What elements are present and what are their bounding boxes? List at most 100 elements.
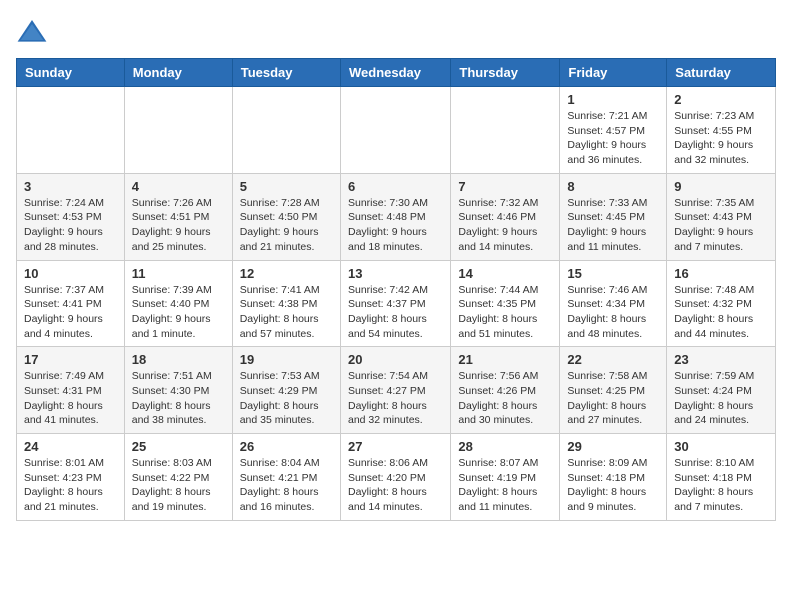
- calendar-cell: 1Sunrise: 7:21 AM Sunset: 4:57 PM Daylig…: [560, 87, 667, 174]
- calendar-week-row: 3 Sunrise: 7:24 AM Sunset: 4:53 PM Daylig…: [17, 173, 776, 260]
- calendar-cell: 18 Sunrise: 7:51 AM Sunset: 4:30 PM Dayli…: [124, 347, 232, 434]
- col-header-wednesday: Wednesday: [340, 59, 450, 87]
- calendar-cell: 26 Sunrise: 8:04 AM Sunset: 4:21 PM Dayli…: [232, 434, 340, 521]
- calendar-cell: 2 Sunrise: 7:23 AM Sunset: 4:55 PM Daylig…: [667, 87, 776, 174]
- logo: [16, 16, 52, 48]
- calendar-week-row: 17Sunrise: 7:49 AM Sunset: 4:31 PM Dayli…: [17, 347, 776, 434]
- day-number: 28: [458, 439, 552, 454]
- day-number: 29: [567, 439, 659, 454]
- day-number: 25: [132, 439, 225, 454]
- calendar-cell: 15 Sunrise: 7:46 AM Sunset: 4:34 PM Dayli…: [560, 260, 667, 347]
- day-number: 6: [348, 179, 443, 194]
- day-number: 5: [240, 179, 333, 194]
- day-info: Sunrise: 7:41 AM Sunset: 4:38 PM Dayligh…: [240, 283, 333, 342]
- calendar-cell: 5Sunrise: 7:28 AM Sunset: 4:50 PM Daylig…: [232, 173, 340, 260]
- day-info: Sunrise: 8:09 AM Sunset: 4:18 PM Dayligh…: [567, 456, 659, 515]
- calendar-cell: 24Sunrise: 8:01 AM Sunset: 4:23 PM Dayli…: [17, 434, 125, 521]
- calendar-cell: 25 Sunrise: 8:03 AM Sunset: 4:22 PM Dayli…: [124, 434, 232, 521]
- calendar-cell: 6 Sunrise: 7:30 AM Sunset: 4:48 PM Daylig…: [340, 173, 450, 260]
- col-header-saturday: Saturday: [667, 59, 776, 87]
- day-number: 2: [674, 92, 768, 107]
- day-number: 18: [132, 352, 225, 367]
- day-number: 22: [567, 352, 659, 367]
- col-header-sunday: Sunday: [17, 59, 125, 87]
- calendar-cell: 28 Sunrise: 8:07 AM Sunset: 4:19 PM Dayli…: [451, 434, 560, 521]
- calendar-cell: 8 Sunrise: 7:33 AM Sunset: 4:45 PM Daylig…: [560, 173, 667, 260]
- day-number: 8: [567, 179, 659, 194]
- calendar-cell: 13 Sunrise: 7:42 AM Sunset: 4:37 PM Dayli…: [340, 260, 450, 347]
- calendar-cell: 23 Sunrise: 7:59 AM Sunset: 4:24 PM Dayli…: [667, 347, 776, 434]
- calendar-cell: 27Sunrise: 8:06 AM Sunset: 4:20 PM Dayli…: [340, 434, 450, 521]
- calendar-cell: 9 Sunrise: 7:35 AM Sunset: 4:43 PM Daylig…: [667, 173, 776, 260]
- calendar-cell: 7 Sunrise: 7:32 AM Sunset: 4:46 PM Daylig…: [451, 173, 560, 260]
- calendar-cell: 21 Sunrise: 7:56 AM Sunset: 4:26 PM Dayli…: [451, 347, 560, 434]
- day-info: Sunrise: 7:53 AM Sunset: 4:29 PM Dayligh…: [240, 369, 333, 428]
- calendar-cell: 20 Sunrise: 7:54 AM Sunset: 4:27 PM Dayli…: [340, 347, 450, 434]
- day-number: 9: [674, 179, 768, 194]
- calendar-cell: 12 Sunrise: 7:41 AM Sunset: 4:38 PM Dayli…: [232, 260, 340, 347]
- calendar-week-row: 1Sunrise: 7:21 AM Sunset: 4:57 PM Daylig…: [17, 87, 776, 174]
- day-info: Sunrise: 8:10 AM Sunset: 4:18 PM Dayligh…: [674, 456, 768, 515]
- day-number: 11: [132, 266, 225, 281]
- calendar-week-row: 10 Sunrise: 7:37 AM Sunset: 4:41 PM Dayli…: [17, 260, 776, 347]
- day-info: Sunrise: 7:58 AM Sunset: 4:25 PM Dayligh…: [567, 369, 659, 428]
- day-number: 1: [567, 92, 659, 107]
- calendar-table: SundayMondayTuesdayWednesdayThursdayFrid…: [16, 58, 776, 521]
- day-info: Sunrise: 7:42 AM Sunset: 4:37 PM Dayligh…: [348, 283, 443, 342]
- day-number: 19: [240, 352, 333, 367]
- day-info: Sunrise: 7:46 AM Sunset: 4:34 PM Dayligh…: [567, 283, 659, 342]
- calendar-week-row: 24Sunrise: 8:01 AM Sunset: 4:23 PM Dayli…: [17, 434, 776, 521]
- col-header-tuesday: Tuesday: [232, 59, 340, 87]
- calendar-cell: [17, 87, 125, 174]
- day-info: Sunrise: 7:56 AM Sunset: 4:26 PM Dayligh…: [458, 369, 552, 428]
- calendar-cell: 29 Sunrise: 8:09 AM Sunset: 4:18 PM Dayli…: [560, 434, 667, 521]
- day-number: 15: [567, 266, 659, 281]
- day-number: 7: [458, 179, 552, 194]
- day-info: Sunrise: 7:51 AM Sunset: 4:30 PM Dayligh…: [132, 369, 225, 428]
- day-info: Sunrise: 7:33 AM Sunset: 4:45 PM Dayligh…: [567, 196, 659, 255]
- day-number: 23: [674, 352, 768, 367]
- logo-icon: [16, 16, 48, 48]
- day-info: Sunrise: 7:54 AM Sunset: 4:27 PM Dayligh…: [348, 369, 443, 428]
- calendar-cell: 19 Sunrise: 7:53 AM Sunset: 4:29 PM Dayli…: [232, 347, 340, 434]
- calendar-cell: 11 Sunrise: 7:39 AM Sunset: 4:40 PM Dayli…: [124, 260, 232, 347]
- day-number: 27: [348, 439, 443, 454]
- day-number: 4: [132, 179, 225, 194]
- day-info: Sunrise: 8:07 AM Sunset: 4:19 PM Dayligh…: [458, 456, 552, 515]
- calendar-cell: 3 Sunrise: 7:24 AM Sunset: 4:53 PM Daylig…: [17, 173, 125, 260]
- day-number: 21: [458, 352, 552, 367]
- day-info: Sunrise: 7:26 AM Sunset: 4:51 PM Dayligh…: [132, 196, 225, 255]
- day-info: Sunrise: 7:23 AM Sunset: 4:55 PM Dayligh…: [674, 109, 768, 168]
- day-info: Sunrise: 7:37 AM Sunset: 4:41 PM Dayligh…: [24, 283, 117, 342]
- day-info: Sunrise: 7:30 AM Sunset: 4:48 PM Dayligh…: [348, 196, 443, 255]
- day-info: Sunrise: 7:39 AM Sunset: 4:40 PM Dayligh…: [132, 283, 225, 342]
- calendar-cell: 14Sunrise: 7:44 AM Sunset: 4:35 PM Dayli…: [451, 260, 560, 347]
- day-number: 16: [674, 266, 768, 281]
- day-info: Sunrise: 7:35 AM Sunset: 4:43 PM Dayligh…: [674, 196, 768, 255]
- day-number: 13: [348, 266, 443, 281]
- day-number: 3: [24, 179, 117, 194]
- day-info: Sunrise: 8:04 AM Sunset: 4:21 PM Dayligh…: [240, 456, 333, 515]
- calendar-cell: [232, 87, 340, 174]
- col-header-thursday: Thursday: [451, 59, 560, 87]
- calendar-cell: 30 Sunrise: 8:10 AM Sunset: 4:18 PM Dayli…: [667, 434, 776, 521]
- page-header: [16, 16, 776, 48]
- day-number: 20: [348, 352, 443, 367]
- day-number: 10: [24, 266, 117, 281]
- calendar-cell: [451, 87, 560, 174]
- day-info: Sunrise: 7:48 AM Sunset: 4:32 PM Dayligh…: [674, 283, 768, 342]
- day-number: 24: [24, 439, 117, 454]
- calendar-cell: 16 Sunrise: 7:48 AM Sunset: 4:32 PM Dayli…: [667, 260, 776, 347]
- day-info: Sunrise: 7:59 AM Sunset: 4:24 PM Dayligh…: [674, 369, 768, 428]
- col-header-monday: Monday: [124, 59, 232, 87]
- day-number: 26: [240, 439, 333, 454]
- calendar-cell: [340, 87, 450, 174]
- calendar-header-row: SundayMondayTuesdayWednesdayThursdayFrid…: [17, 59, 776, 87]
- day-number: 30: [674, 439, 768, 454]
- day-number: 17: [24, 352, 117, 367]
- calendar-cell: 4 Sunrise: 7:26 AM Sunset: 4:51 PM Daylig…: [124, 173, 232, 260]
- day-number: 12: [240, 266, 333, 281]
- day-info: Sunrise: 7:24 AM Sunset: 4:53 PM Dayligh…: [24, 196, 117, 255]
- day-info: Sunrise: 7:32 AM Sunset: 4:46 PM Dayligh…: [458, 196, 552, 255]
- day-info: Sunrise: 8:03 AM Sunset: 4:22 PM Dayligh…: [132, 456, 225, 515]
